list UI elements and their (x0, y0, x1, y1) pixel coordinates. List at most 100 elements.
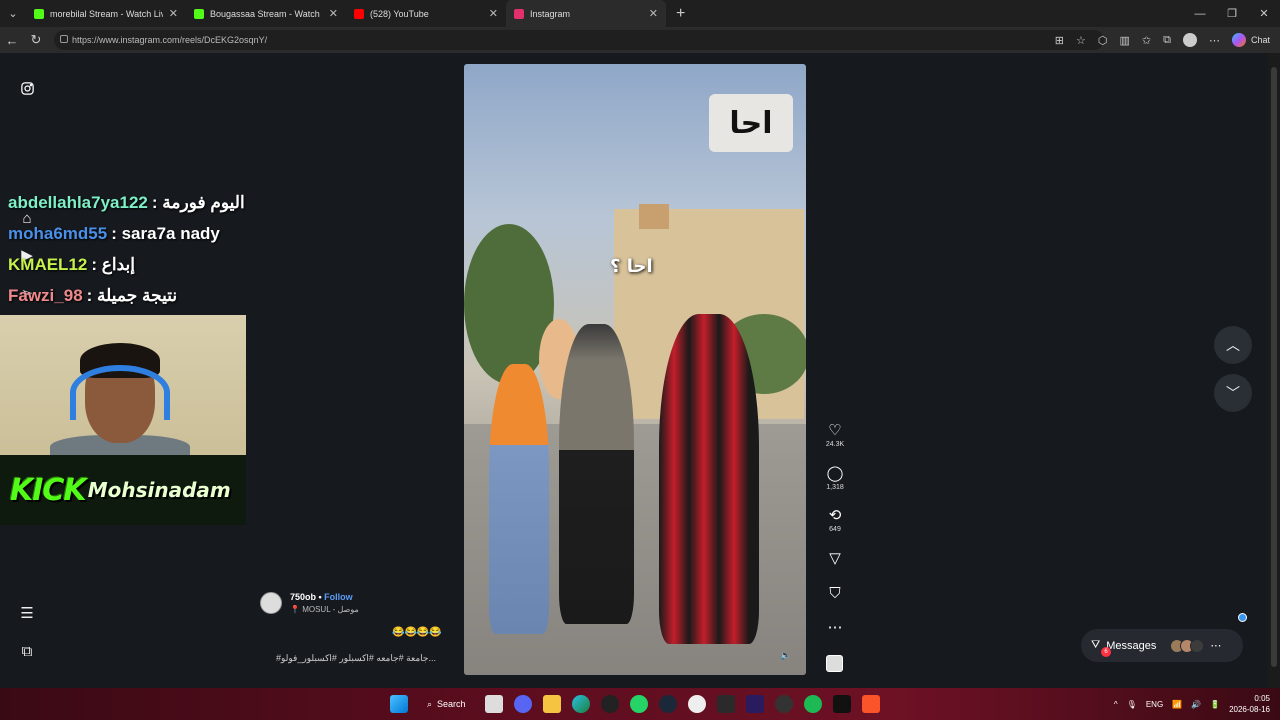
windows-start-icon[interactable] (390, 695, 408, 713)
reel-hashtags[interactable]: #جامعة #جامعه #اكسبلور #اكسبلور_فولو... (276, 653, 436, 664)
copilot-chat-button[interactable]: Chat (1231, 33, 1270, 47)
tab-instagram[interactable]: Instagram ✕ (506, 0, 666, 27)
kick-logo-text: KICK (10, 472, 87, 508)
task-view-icon[interactable] (484, 695, 503, 713)
tab-youtube[interactable]: (528) YouTube ✕ (346, 0, 506, 27)
menu-hamburger-icon[interactable]: ☰ (18, 604, 36, 622)
spotify-icon[interactable] (803, 695, 822, 713)
audio-avatar[interactable] (826, 655, 843, 672)
share-action[interactable]: ▽ (824, 551, 846, 567)
notification-dot (1238, 613, 1247, 622)
chevron-up-icon: ︿ (1226, 337, 1240, 353)
reel-video[interactable]: احا احا ؟ 🔈 (464, 64, 806, 675)
profile-avatar[interactable] (1182, 33, 1197, 47)
share-icon[interactable]: ▽ (824, 551, 846, 567)
tab-bougassaa[interactable]: Bougassaa Stream - Watch Live ✕ (186, 0, 346, 27)
app-icon[interactable] (774, 695, 793, 713)
chat-text: اليوم فورمة (162, 193, 245, 212)
comment-action[interactable]: ◯ 1,318 (824, 466, 846, 492)
premiere-icon[interactable] (745, 695, 764, 713)
author-username[interactable]: 750ob (290, 592, 316, 602)
app-available-icon[interactable]: ⊞ (1055, 34, 1064, 47)
comment-icon[interactable]: ◯ (824, 466, 846, 482)
bookmark-icon[interactable]: ⛉ (824, 586, 846, 602)
also-from-meta-icon[interactable]: ⧉ (18, 642, 36, 660)
wifi-icon[interactable]: 📶 (1172, 700, 1182, 709)
instagram-logo-icon[interactable] (18, 79, 36, 97)
comment-count: 1,318 (826, 484, 844, 491)
like-count: 24.3K (825, 441, 845, 448)
audio-toggle-icon[interactable]: 🔈 (777, 646, 795, 664)
site-info-icon[interactable] (60, 35, 68, 43)
reel-caption-emojis: 😂😂😂😂 (392, 627, 442, 638)
language-indicator[interactable]: ENG (1146, 700, 1163, 709)
messages-button[interactable]: ⛛ 6 Messages ⋯ (1081, 629, 1243, 662)
save-action[interactable]: ⛉ (824, 586, 846, 602)
epic-games-icon[interactable] (716, 695, 735, 713)
maximize-icon[interactable]: ❐ (1216, 0, 1248, 27)
repost-icon[interactable]: ⟲ (824, 508, 846, 524)
chat-message: abdellahla7ya122: اليوم فورمة (8, 193, 245, 212)
more-options-action[interactable]: ⋯ (824, 620, 846, 636)
brave-icon[interactable] (861, 695, 880, 713)
close-tab-icon[interactable]: ✕ (169, 7, 178, 20)
follow-button[interactable]: Follow (324, 592, 353, 602)
edge-icon[interactable] (571, 695, 590, 713)
heart-icon[interactable]: ♡ (824, 423, 846, 439)
collections-icon[interactable]: ⧉ (1163, 34, 1171, 47)
obs-icon[interactable] (600, 695, 619, 713)
minimize-icon[interactable]: — (1184, 0, 1216, 27)
taskbar-search[interactable]: ⌕ Search (419, 699, 474, 710)
author-avatar[interactable] (260, 592, 282, 614)
more-dots-icon[interactable]: ⋯ (824, 620, 846, 636)
previous-reel-button[interactable]: ︿ (1214, 326, 1252, 364)
split-screen-icon[interactable]: ▥ (1120, 34, 1130, 47)
discord-icon[interactable] (513, 695, 532, 713)
tab-actions-menu-icon[interactable]: ⌄ (0, 0, 26, 27)
steam-icon[interactable] (658, 695, 677, 713)
favorites-icon[interactable]: ✩ (1142, 34, 1151, 47)
close-window-icon[interactable]: ✕ (1248, 0, 1280, 27)
app-icon[interactable] (832, 695, 851, 713)
kick-channel-banner: KICK Mohsinadam (0, 455, 246, 525)
file-explorer-icon[interactable] (542, 695, 561, 713)
kick-favicon-icon (194, 8, 204, 19)
app-icon[interactable] (687, 695, 706, 713)
chat-label: Chat (1250, 35, 1270, 45)
close-tab-icon[interactable]: ✕ (649, 7, 658, 20)
favorite-star-icon[interactable]: ☆ (1076, 34, 1086, 47)
building-tower (639, 204, 669, 229)
clock[interactable]: 0:05 2026-08-16 (1229, 693, 1270, 715)
repost-count: 649 (829, 526, 841, 533)
close-tab-icon[interactable]: ✕ (489, 7, 498, 20)
microphone-icon[interactable]: 🎙 (1127, 700, 1137, 709)
close-tab-icon[interactable]: ✕ (329, 7, 338, 20)
new-tab-icon[interactable]: + (676, 5, 685, 23)
url-field[interactable]: https://www.instagram.com/reels/DcEKG2os… (54, 30, 1104, 50)
person-gray (559, 324, 634, 624)
person-red-jersey (659, 314, 759, 644)
headset-icon (70, 365, 170, 420)
page-scrollbar[interactable] (1268, 53, 1280, 688)
clock-date: 2026-08-16 (1229, 705, 1270, 714)
clock-time: 0:05 (1254, 694, 1270, 703)
system-tray: ^ 🎙 ENG 📶 🔊 🔋 0:05 2026-08-16 (1114, 688, 1270, 720)
scroll-thumb[interactable] (1271, 67, 1277, 667)
extensions-icon[interactable]: ⬡ (1098, 34, 1108, 47)
whatsapp-icon[interactable] (629, 695, 648, 713)
more-menu-icon[interactable]: ⋯ (1209, 34, 1220, 47)
tab-morebilal[interactable]: morebilal Stream - Watch Live ✕ (26, 0, 186, 27)
volume-icon[interactable]: 🔊 (1191, 700, 1201, 709)
refresh-icon[interactable]: ↻ (24, 27, 48, 53)
more-dots-icon: ⋯ (1210, 640, 1222, 652)
location-text[interactable]: MOSUL - موصل (302, 605, 359, 614)
battery-icon[interactable]: 🔋 (1210, 700, 1220, 709)
repost-action[interactable]: ⟲ 649 (824, 508, 846, 534)
taskbar-apps: ⌕ Search (390, 688, 880, 720)
next-reel-button[interactable]: ﹀ (1214, 374, 1252, 412)
browser-tab-bar: ⌄ morebilal Stream - Watch Live ✕ Bougas… (0, 0, 1280, 27)
back-icon[interactable]: ← (0, 27, 24, 53)
like-action[interactable]: ♡ 24.3K (824, 423, 846, 449)
tray-chevron-up-icon[interactable]: ^ (1114, 700, 1118, 709)
copilot-icon (1231, 33, 1246, 47)
